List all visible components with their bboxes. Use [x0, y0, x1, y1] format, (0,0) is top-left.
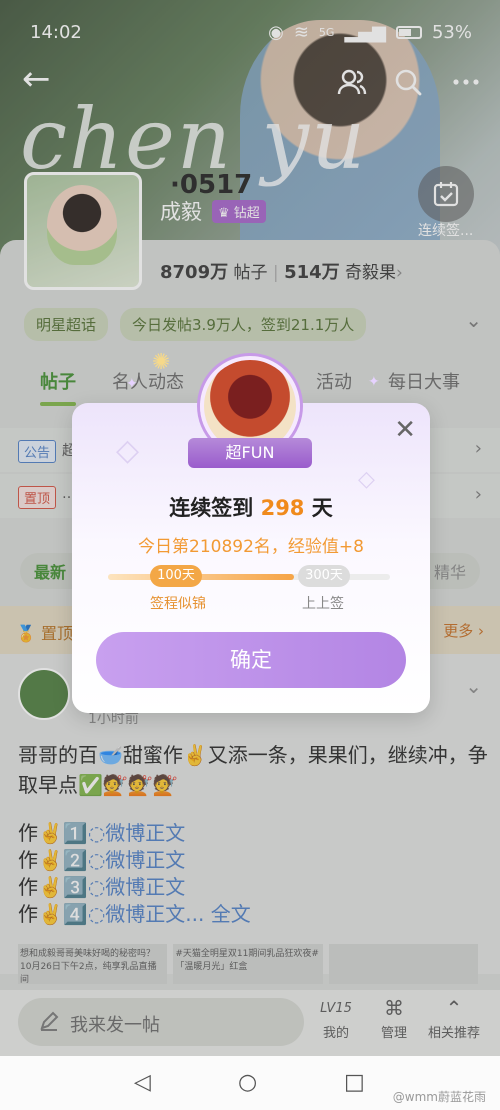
dialog-title: 连续签到 298 天 [169, 496, 333, 520]
milestone-pill-100: 100天 [150, 565, 202, 587]
milestone-caption-300: 上上签 [302, 596, 344, 612]
dialog-subtitle: 今日第210892名，经验值+8 [138, 537, 364, 557]
watermark: @wmm蔚蓝花雨 [392, 1090, 486, 1104]
nav-recents-icon[interactable]: □ [344, 1070, 365, 1095]
milestone-caption-100: 签程似锦 [150, 596, 206, 612]
confirm-button[interactable]: 确定 [96, 632, 406, 688]
milestone-pill-300: 300天 [298, 565, 350, 587]
sparkle-icon: ✦ [368, 374, 380, 390]
diamond-icon: ◇ [358, 467, 375, 492]
nav-back-icon[interactable]: ◁ [134, 1070, 151, 1095]
streak-days: 298 [260, 496, 305, 520]
diamond-icon: ◇ [116, 433, 140, 468]
sparkle-icon: ✺ [152, 350, 171, 375]
medal-ribbon: 超FUN [188, 438, 312, 468]
nav-home-icon[interactable]: ○ [238, 1070, 257, 1095]
sparkle-icon: ✦ [126, 376, 138, 392]
close-icon[interactable]: ✕ [394, 415, 416, 445]
